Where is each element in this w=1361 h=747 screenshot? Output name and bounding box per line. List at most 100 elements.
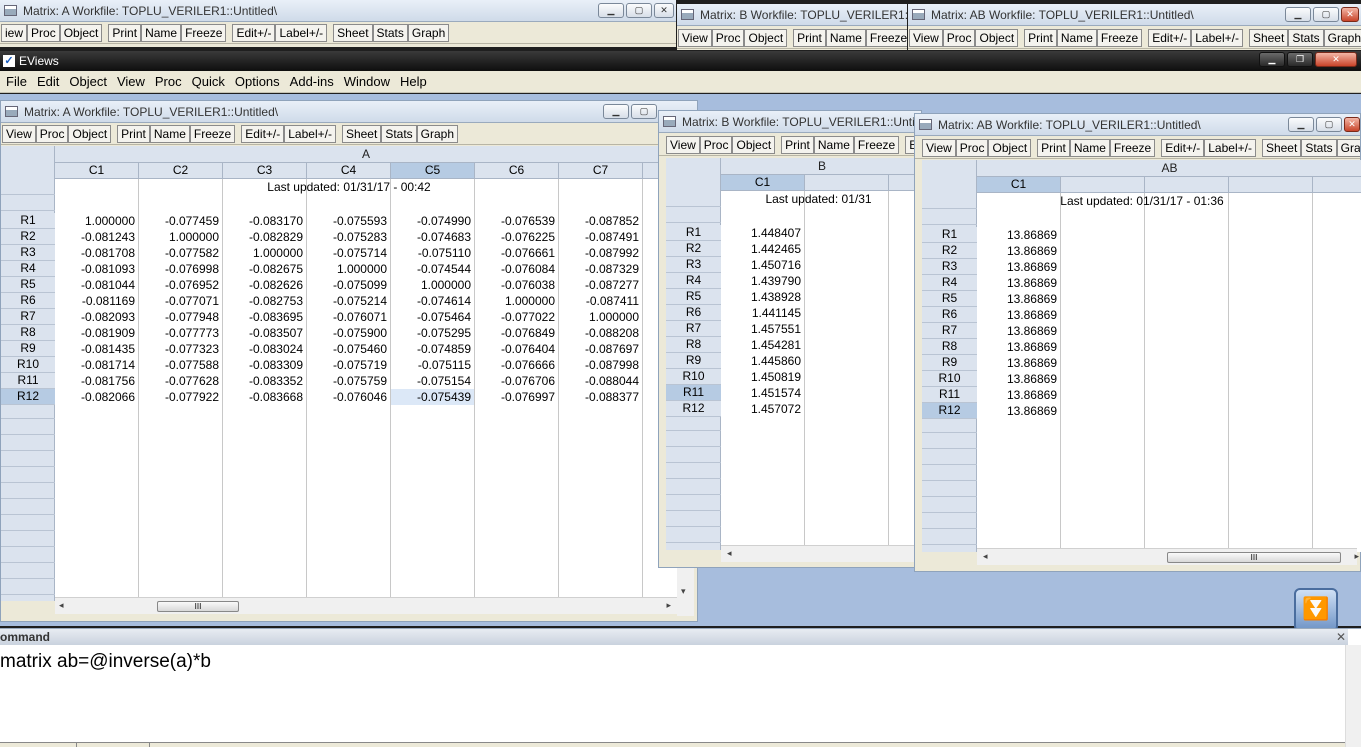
- matrix-a-row-header[interactable]: R12: [1, 389, 55, 405]
- matrix-a-cell[interactable]: -0.083695: [223, 309, 306, 325]
- matrix-b-row-header[interactable]: R1: [666, 225, 721, 241]
- matrix-b-cell[interactable]: 1.448407: [721, 225, 804, 241]
- matrix-a-cell[interactable]: -0.077773: [139, 325, 222, 341]
- window-a-titlebar[interactable]: Matrix: A Workfile: TOPLU_VERILER1::Unti…: [1, 101, 697, 123]
- matrix-a-cell[interactable]: 1.000000: [55, 213, 138, 229]
- scroll-left-arrow[interactable]: ◂: [727, 548, 732, 559]
- matrix-a-cell[interactable]: -0.087852: [559, 213, 642, 229]
- scroll-right-arrow[interactable]: ▸: [1354, 551, 1359, 562]
- matrix-ab-col-header[interactable]: [1313, 177, 1361, 193]
- matrix-a-cell[interactable]: -0.077582: [139, 245, 222, 261]
- matrix-a-cell[interactable]: -0.075115: [391, 357, 474, 373]
- matrix-b-grid[interactable]: B C1 Last updated: 01/31 R1 1.448407 R2 1.4424…: [666, 158, 923, 550]
- window-matrix-ab[interactable]: Matrix: AB Workfile: TOPLU_VERILER1::Unt…: [914, 113, 1361, 572]
- matrix-ab-cell[interactable]: 13.86869: [977, 355, 1060, 371]
- toolbar-graph-button[interactable]: Graph: [1323, 28, 1361, 47]
- matrix-a-cell[interactable]: -0.082093: [55, 309, 138, 325]
- minimize-button[interactable]: ▁: [598, 3, 624, 18]
- menu-edit[interactable]: Edit: [37, 74, 65, 89]
- matrix-b-cell[interactable]: 1.442465: [721, 241, 804, 257]
- matrix-a-cell[interactable]: -0.076404: [475, 341, 558, 357]
- app-titlebar[interactable]: ✓ EViews ▁ ❐ ✕: [0, 51, 1361, 71]
- scroll-left-arrow[interactable]: ◂: [59, 600, 64, 611]
- matrix-b-row-header[interactable]: R12: [666, 401, 721, 417]
- matrix-ab-row-header[interactable]: R2: [922, 243, 977, 259]
- matrix-b-cell[interactable]: 1.445860: [721, 353, 804, 369]
- matrix-ab-row-header[interactable]: R6: [922, 307, 977, 323]
- matrix-a-cell[interactable]: 1.000000: [223, 245, 306, 261]
- matrix-a-cell[interactable]: -0.075593: [307, 213, 390, 229]
- matrix-a-row-header[interactable]: R7: [1, 309, 55, 325]
- matrix-a-col-header[interactable]: C5: [391, 163, 475, 179]
- matrix-a-cell[interactable]: -0.076706: [475, 373, 558, 389]
- matrix-a-cell[interactable]: -0.077948: [139, 309, 222, 325]
- matrix-a-cell[interactable]: -0.077628: [139, 373, 222, 389]
- close-button[interactable]: ✕: [1341, 7, 1359, 22]
- command-vscrollbar[interactable]: [1345, 645, 1361, 747]
- matrix-ab-row-header[interactable]: R4: [922, 275, 977, 291]
- scroll-down-arrow[interactable]: ▾: [681, 586, 686, 597]
- bg-window-ab[interactable]: Matrix: AB Workfile: TOPLU_VERILER1::Unt…: [908, 4, 1361, 50]
- matrix-a-cell[interactable]: -0.075154: [391, 373, 474, 389]
- matrix-a-cell[interactable]: -0.075099: [307, 277, 390, 293]
- minimize-button[interactable]: ▁: [1285, 7, 1311, 22]
- toolbar-proc-button[interactable]: Proc: [955, 138, 989, 157]
- toolbar-print-button[interactable]: Print: [793, 28, 826, 47]
- matrix-a-cell[interactable]: -0.076952: [139, 277, 222, 293]
- matrix-a-cell[interactable]: -0.077588: [139, 357, 222, 373]
- matrix-a-cell[interactable]: -0.075900: [307, 325, 390, 341]
- toolbar-print-button[interactable]: Print: [117, 124, 150, 143]
- toolbar-freeze-button[interactable]: Freeze: [865, 28, 907, 47]
- matrix-b-row-header[interactable]: R11: [666, 385, 721, 401]
- matrix-a-cell[interactable]: -0.075460: [307, 341, 390, 357]
- matrix-a-row-header[interactable]: R6: [1, 293, 55, 309]
- scroll-thumb[interactable]: III: [1167, 552, 1341, 563]
- matrix-ab-cell[interactable]: 13.86869: [977, 291, 1060, 307]
- bg-window-b[interactable]: Matrix: B Workfile: TOPLU_VERILER1:: Vie…: [677, 4, 907, 50]
- toolbar-iew-button[interactable]: iew: [1, 23, 28, 42]
- menu-window[interactable]: Window: [344, 74, 396, 89]
- matrix-ab-cell[interactable]: 13.86869: [977, 323, 1060, 339]
- matrix-a-cell[interactable]: -0.076071: [307, 309, 390, 325]
- matrix-ab-cell[interactable]: 13.86869: [977, 403, 1060, 419]
- window-a-vscrollbar[interactable]: ▾: [677, 566, 694, 616]
- matrix-a-cell[interactable]: -0.083309: [223, 357, 306, 373]
- toolbar-print-button[interactable]: Print: [108, 23, 142, 42]
- matrix-a-cell[interactable]: -0.087411: [559, 293, 642, 309]
- menu-view[interactable]: View: [117, 74, 151, 89]
- matrix-ab-col-header[interactable]: [1145, 177, 1229, 193]
- matrix-a-col-header[interactable]: C4: [307, 163, 391, 179]
- menu-proc[interactable]: Proc: [155, 74, 188, 89]
- matrix-ab-cell[interactable]: 13.86869: [977, 339, 1060, 355]
- matrix-a-cell[interactable]: -0.077071: [139, 293, 222, 309]
- window-matrix-b[interactable]: Matrix: B Workfile: TOPLU_VERILER1::Unti…: [658, 110, 923, 568]
- matrix-b-cell[interactable]: 1.457551: [721, 321, 804, 337]
- toolbar-freeze-button[interactable]: Freeze: [1109, 138, 1156, 157]
- matrix-a-cell[interactable]: -0.083170: [223, 213, 306, 229]
- matrix-a-col-header[interactable]: C3: [223, 163, 307, 179]
- matrix-a-row-header[interactable]: R4: [1, 261, 55, 277]
- toolbar-name-button[interactable]: Name: [149, 124, 190, 143]
- matrix-a-cell[interactable]: -0.081435: [55, 341, 138, 357]
- matrix-a-cell[interactable]: -0.076046: [307, 389, 390, 405]
- window-b-titlebar[interactable]: Matrix: B Workfile: TOPLU_VERILER1::Unti…: [659, 111, 921, 133]
- maximize-button[interactable]: ▢: [1316, 117, 1342, 132]
- matrix-b-cell[interactable]: 1.451574: [721, 385, 804, 401]
- toolbar-freeze-button[interactable]: Freeze: [181, 23, 227, 42]
- matrix-a-cell[interactable]: -0.081708: [55, 245, 138, 261]
- toolbar-sheet-button[interactable]: Sheet: [1248, 28, 1289, 47]
- matrix-b-row-header[interactable]: R9: [666, 353, 721, 369]
- toolbar-view-button[interactable]: View: [2, 124, 36, 143]
- toolbar-object-button[interactable]: Object: [975, 28, 1019, 47]
- matrix-a-cell[interactable]: -0.083024: [223, 341, 306, 357]
- matrix-a-row-header[interactable]: R2: [1, 229, 55, 245]
- matrix-a-cell[interactable]: -0.075110: [391, 245, 474, 261]
- matrix-b-cell[interactable]: 1.439790: [721, 273, 804, 289]
- menu-quick[interactable]: Quick: [192, 74, 231, 89]
- matrix-b-cell[interactable]: 1.457072: [721, 401, 804, 417]
- matrix-b-cell[interactable]: 1.450819: [721, 369, 804, 385]
- matrix-a-cell[interactable]: -0.076997: [475, 389, 558, 405]
- matrix-b-row-header[interactable]: R4: [666, 273, 721, 289]
- matrix-ab-row-header[interactable]: R5: [922, 291, 977, 307]
- menu-file[interactable]: File: [6, 74, 33, 89]
